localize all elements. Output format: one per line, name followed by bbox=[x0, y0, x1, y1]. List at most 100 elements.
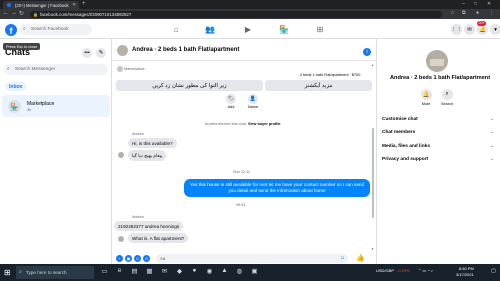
name-button[interactable]: 👤 Name bbox=[246, 94, 260, 109]
app-icon[interactable]: ▲ bbox=[220, 267, 229, 274]
message-bubble[interactable]: پیغام بھیج دیا گیا bbox=[128, 150, 167, 161]
minimize-icon[interactable]: – bbox=[462, 1, 465, 7]
notification-center-icon[interactable]: ▢ bbox=[491, 268, 496, 274]
menu-grid-icon[interactable]: ⋮⋮ bbox=[451, 24, 462, 35]
add-label: Add bbox=[227, 105, 235, 109]
sidebar-item-time: 3h bbox=[27, 108, 32, 112]
edge-icon[interactable]: e bbox=[115, 267, 124, 274]
tab-close-icon[interactable]: ✕ bbox=[72, 2, 76, 8]
avatar[interactable] bbox=[117, 45, 128, 56]
windows-start-icon[interactable]: ⊞ bbox=[4, 268, 11, 277]
chevron-down-icon: ⌄ bbox=[489, 130, 494, 135]
task-view-icon[interactable]: ▭ bbox=[100, 267, 109, 275]
maximize-icon[interactable]: □ bbox=[474, 1, 477, 7]
search-button[interactable]: ⌕ Search bbox=[437, 89, 457, 106]
app-icon[interactable]: ◆ bbox=[175, 267, 184, 275]
sticker-icon[interactable]: ☺ bbox=[134, 255, 141, 262]
friends-icon[interactable]: 👥 bbox=[196, 21, 224, 38]
privacy-support-row[interactable]: Privacy and support ⌄ bbox=[382, 157, 494, 162]
mark-pending-button[interactable]: زیر التوا کی مطور نشان زد کریں bbox=[116, 80, 263, 91]
currency-ticker[interactable]: USD/GBP bbox=[376, 268, 394, 273]
watch-icon[interactable]: ▶ bbox=[234, 21, 262, 38]
info-icon[interactable]: i bbox=[363, 48, 371, 56]
forward-icon[interactable]: → bbox=[11, 10, 17, 16]
facebook-search-input[interactable]: ⌕ Search Facebook bbox=[20, 24, 92, 35]
facebook-logo-icon[interactable]: f bbox=[5, 24, 17, 36]
customise-chat-row[interactable]: Customise chat ⌄ bbox=[382, 117, 494, 122]
search-icon: ⌕ bbox=[23, 26, 26, 32]
home-icon[interactable]: ⌂ bbox=[162, 21, 190, 38]
avatar bbox=[118, 152, 124, 158]
bell-icon: 🔔 bbox=[420, 89, 432, 100]
listing-line[interactable]: 2 beds 1 bath Flat/apartment · $700 bbox=[300, 73, 360, 77]
tab-title: (20+) Messenger | Facebook bbox=[15, 2, 69, 8]
profile-icon[interactable]: ● bbox=[476, 10, 479, 16]
add-button[interactable]: 🏷 Add bbox=[224, 94, 238, 109]
groups-icon[interactable]: ⊞ bbox=[306, 21, 334, 38]
chrome-icon[interactable]: ◍ bbox=[235, 267, 244, 275]
scroll-up-icon[interactable]: ▲ bbox=[371, 63, 374, 67]
lock-icon: 🔒 bbox=[33, 12, 38, 17]
row-label: Chat members bbox=[382, 130, 416, 135]
window-close-icon[interactable]: ✕ bbox=[487, 1, 491, 7]
browser-menu-icon[interactable]: ⋮ bbox=[489, 10, 494, 16]
marketplace-icon: 🏪 bbox=[8, 100, 21, 113]
back-icon[interactable]: ← bbox=[3, 10, 9, 16]
app-icon[interactable]: ▣ bbox=[250, 267, 259, 275]
store-icon[interactable]: ▦ bbox=[145, 267, 154, 275]
new-tab-button[interactable]: + bbox=[82, 1, 86, 7]
message-bubble[interactable]: Hi, is this available? bbox=[128, 138, 177, 148]
message-input[interactable]: Aa bbox=[156, 254, 348, 263]
media-files-links-row[interactable]: Media, files and links ⌄ bbox=[382, 144, 494, 149]
file-explorer-icon[interactable]: ▤ bbox=[130, 267, 139, 275]
reload-icon[interactable]: ↻ bbox=[19, 10, 24, 17]
mute-label: Mute bbox=[421, 101, 431, 106]
star-icon[interactable]: ☆ bbox=[450, 10, 454, 16]
account-icon[interactable]: ▾ bbox=[490, 24, 500, 35]
plus-icon[interactable]: + bbox=[116, 255, 123, 262]
emoji-icon[interactable]: ☺ bbox=[340, 255, 345, 261]
chevron-down-icon: ⌄ bbox=[489, 117, 494, 122]
sender-name: Andrea bbox=[132, 132, 144, 136]
avatar bbox=[118, 236, 124, 242]
photo-icon[interactable]: ▣ bbox=[125, 255, 132, 262]
view-buyer-profile-link[interactable]: View buyer profile bbox=[248, 122, 281, 126]
chat-scrollbar[interactable] bbox=[372, 128, 374, 218]
chat-title[interactable]: Andrea · 2 beds 1 bath Flat/apartment bbox=[132, 47, 239, 53]
app-icon[interactable]: ● bbox=[190, 267, 199, 274]
date-text: 3/17/2021 bbox=[456, 271, 474, 277]
row-label: Customise chat bbox=[382, 117, 418, 122]
scroll-down-icon[interactable]: ▼ bbox=[371, 247, 374, 251]
sidebar-item-label: Marketplace bbox=[27, 101, 55, 107]
inbox-tab[interactable]: Inbox bbox=[5, 82, 27, 91]
app-icon[interactable]: ◉ bbox=[205, 267, 214, 275]
tag-icon: 🏷 bbox=[226, 94, 236, 104]
notification-badge: 20+ bbox=[477, 21, 487, 26]
mail-icon[interactable]: ✉ bbox=[160, 267, 169, 275]
marketplace-icon[interactable]: 🏪 bbox=[270, 21, 298, 38]
avatar[interactable] bbox=[426, 50, 448, 72]
url-field[interactable]: 🔒 facebook.com/messages/t/20907161348928… bbox=[30, 10, 442, 18]
more-actions-button[interactable]: مزید اَیکشنز bbox=[265, 80, 372, 91]
browser-tab[interactable]: (20+) Messenger | Facebook ✕ bbox=[3, 1, 79, 9]
mute-button[interactable]: 🔔 Mute bbox=[416, 89, 436, 106]
messenger-icon[interactable]: ✉ bbox=[464, 24, 475, 35]
extensions-icon[interactable]: ⧉ bbox=[462, 10, 466, 16]
name-label: Name bbox=[247, 105, 259, 109]
system-tray-icons[interactable]: ⌃ ▭ ◔ ♪ bbox=[418, 268, 433, 273]
clock[interactable]: 8:50 PM 3/17/2021 bbox=[456, 266, 474, 277]
thumbs-up-icon[interactable]: 👍 bbox=[356, 254, 365, 262]
new-message-icon[interactable]: ✎ bbox=[96, 48, 106, 58]
chevron-down-icon: ⌄ bbox=[489, 144, 494, 149]
gif-icon[interactable]: G bbox=[143, 255, 150, 262]
taskbar-search-input[interactable]: ⌕ Type here to search bbox=[16, 266, 94, 279]
chat-members-row[interactable]: Chat members ⌄ bbox=[382, 130, 494, 135]
message-bubble[interactable]: What is. A flat apartment? bbox=[128, 233, 189, 243]
more-options-icon[interactable]: ••• bbox=[82, 48, 92, 58]
time-divider: Sun 22:11 bbox=[233, 170, 251, 174]
messenger-search-input[interactable]: ⌕ Search Messenger bbox=[4, 64, 108, 75]
panel-title: Andrea · 2 beds 1 bath Flat/apartment bbox=[390, 75, 491, 81]
search-icon: ⌕ bbox=[7, 66, 10, 72]
message-bubble[interactable]: 2192492377 andrea hennings bbox=[114, 221, 184, 231]
message-bubble-outgoing[interactable]: Yes this house is still available for re… bbox=[184, 179, 370, 197]
